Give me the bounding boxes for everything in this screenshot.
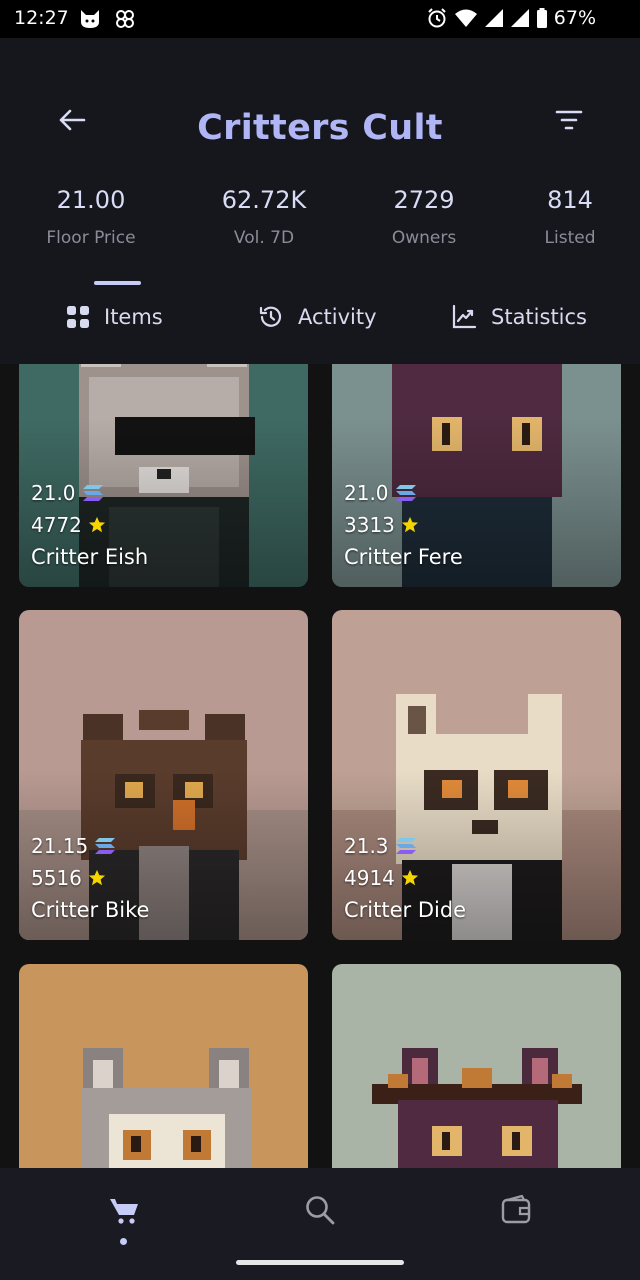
filter-button[interactable]	[550, 102, 588, 138]
critter-image	[19, 964, 308, 1168]
item-price: 21.3	[344, 834, 389, 858]
tab-indicator	[94, 281, 141, 285]
bottom-navigation	[0, 1168, 640, 1280]
nft-card[interactable]	[332, 964, 621, 1168]
gesture-home-bar[interactable]	[236, 1260, 404, 1265]
stat-label: Owners	[391, 228, 457, 248]
stat-listed: 814 Listed	[500, 186, 640, 248]
card-info: 21.3 4914 Critter Dide	[344, 830, 466, 926]
nav-marketplace-button[interactable]	[100, 1190, 148, 1230]
status-time: 12:27	[14, 7, 69, 29]
nft-card[interactable]: 21.0 3313 Critter Fere	[332, 364, 621, 587]
cart-icon	[110, 1199, 138, 1224]
star-icon	[401, 516, 419, 533]
signal-icon	[484, 9, 503, 27]
solana-icon	[395, 485, 416, 501]
card-info: 21.15 5516 Critter Bike	[31, 830, 149, 926]
item-rank: 5516	[31, 866, 82, 890]
tab-activity[interactable]: Activity	[258, 300, 377, 334]
price-row: 21.0	[31, 477, 148, 509]
stat-label: Floor Price	[46, 228, 136, 248]
filter-icon	[555, 110, 583, 130]
rank-row: 4914	[344, 862, 466, 894]
history-icon	[259, 306, 282, 327]
items-grid: 21.0 4772 Critter Eish 21.0 3313 Critter…	[0, 364, 640, 1168]
collection-header: Critters Cult 21.00 Floor Price 62.72K V…	[0, 38, 640, 364]
chart-icon	[452, 304, 477, 329]
solana-icon	[82, 485, 103, 501]
item-rank: 3313	[344, 513, 395, 537]
collection-title: Critters Cult	[197, 108, 443, 148]
star-icon	[401, 869, 419, 886]
card-info: 21.0 4772 Critter Eish	[31, 477, 148, 573]
stat-owners: 2729 Owners	[354, 186, 494, 248]
stat-volume: 62.72K Vol. 7D	[194, 186, 334, 248]
solana-icon	[395, 838, 416, 854]
item-price: 21.0	[31, 481, 76, 505]
item-price: 21.15	[31, 834, 89, 858]
tab-statistics[interactable]: Statistics	[451, 300, 587, 334]
stat-value: 21.00	[56, 186, 126, 214]
item-name: Critter Bike	[31, 898, 150, 922]
rank-row: 5516	[31, 862, 149, 894]
stat-value: 62.72K	[221, 186, 307, 214]
grid-icon	[67, 306, 89, 328]
cat-notification-icon	[81, 10, 99, 28]
rank-row: 4772	[31, 509, 148, 541]
tab-label: Activity	[298, 305, 377, 329]
tab-label: Items	[104, 305, 163, 329]
price-row: 21.0	[344, 477, 463, 509]
star-icon	[88, 869, 106, 886]
wifi-icon	[454, 9, 477, 27]
item-name: Critter Fere	[344, 545, 463, 569]
item-rank: 4772	[31, 513, 82, 537]
nft-card[interactable]: 21.0 4772 Critter Eish	[19, 364, 308, 587]
nav-wallet-button[interactable]	[492, 1190, 540, 1230]
nft-card[interactable]	[19, 964, 308, 1168]
stat-label: Vol. 7D	[233, 228, 295, 248]
stat-value: 814	[547, 186, 593, 214]
stat-floor-price: 21.00 Floor Price	[21, 186, 161, 248]
nft-card[interactable]: 21.15 5516 Critter Bike	[19, 610, 308, 940]
tab-items[interactable]: Items	[66, 300, 163, 334]
signal-icon	[510, 9, 529, 27]
battery-percent: 67%	[553, 7, 596, 29]
wallet-icon	[501, 1194, 531, 1224]
nav-active-indicator	[120, 1238, 127, 1245]
star-icon	[88, 516, 106, 533]
solana-icon	[95, 838, 116, 854]
status-left-icons	[78, 8, 136, 30]
alarm-icon	[428, 8, 446, 28]
critter-image	[332, 964, 621, 1168]
search-icon	[306, 1196, 335, 1225]
battery-icon	[536, 8, 547, 28]
card-info: 21.0 3313 Critter Fere	[344, 477, 463, 573]
stat-value: 2729	[393, 186, 455, 214]
nft-card[interactable]: 21.3 4914 Critter Dide	[332, 610, 621, 940]
status-bar: 12:27 67%	[0, 0, 640, 38]
stat-label: Listed	[544, 228, 596, 248]
item-name: Critter Dide	[344, 898, 467, 922]
item-name: Critter Eish	[31, 545, 149, 569]
pinwheel-icon	[116, 10, 134, 28]
rank-row: 3313	[344, 509, 463, 541]
price-row: 21.3	[344, 830, 466, 862]
item-price: 21.0	[344, 481, 389, 505]
price-row: 21.15	[31, 830, 149, 862]
status-right-icons: 67%	[426, 7, 596, 29]
nav-search-button[interactable]	[296, 1190, 344, 1230]
item-rank: 4914	[344, 866, 395, 890]
tab-label: Statistics	[491, 305, 587, 329]
